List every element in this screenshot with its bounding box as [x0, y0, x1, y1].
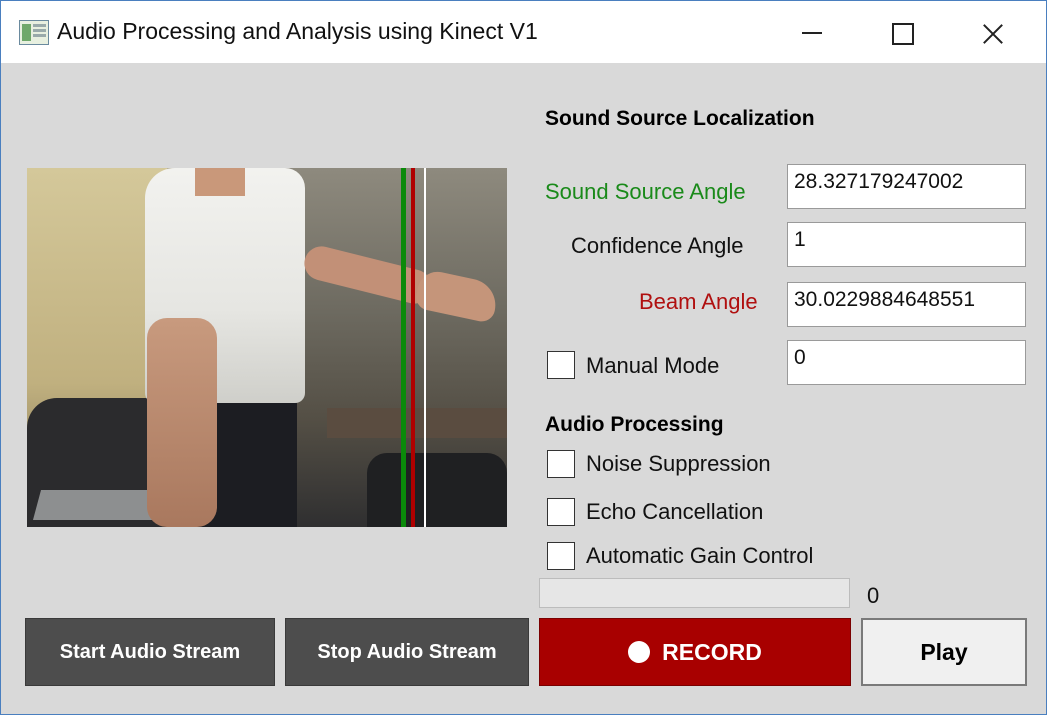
manual-mode-checkbox[interactable]: [547, 351, 575, 379]
beam-angle-field[interactable]: 30.0229884648551: [787, 282, 1026, 327]
localization-heading: Sound Source Localization: [545, 107, 815, 130]
start-audio-stream-label: Start Audio Stream: [59, 640, 241, 663]
start-audio-stream-button[interactable]: Start Audio Stream: [25, 618, 275, 686]
play-button[interactable]: Play: [861, 618, 1027, 686]
minimize-icon: [802, 32, 822, 34]
beam-angle-label: Beam Angle: [639, 289, 758, 314]
record-label: RECORD: [662, 638, 762, 665]
camera-feed: [27, 168, 507, 527]
close-button[interactable]: [948, 1, 1040, 63]
stop-audio-stream-label: Stop Audio Stream: [317, 640, 497, 663]
minimize-button[interactable]: [764, 1, 856, 63]
window-title: Audio Processing and Analysis using Kine…: [57, 18, 538, 44]
echo-cancellation-label: Echo Cancellation: [586, 499, 764, 524]
sound-source-angle-line: [401, 168, 406, 527]
app-icon: [19, 20, 49, 45]
confidence-angle-field[interactable]: 1: [787, 222, 1026, 267]
record-dot-icon: [628, 641, 651, 663]
stop-audio-stream-button[interactable]: Stop Audio Stream: [285, 618, 529, 686]
audio-level-value: 0: [867, 583, 880, 608]
sound-source-angle-label: Sound Source Angle: [545, 179, 746, 204]
record-button[interactable]: RECORD: [539, 618, 851, 686]
noise-suppression-label: Noise Suppression: [586, 451, 771, 476]
title-bar[interactable]: Audio Processing and Analysis using Kine…: [1, 1, 1046, 63]
play-label: Play: [920, 638, 968, 665]
automatic-gain-control-label: Automatic Gain Control: [586, 543, 814, 568]
noise-suppression-checkbox[interactable]: [547, 450, 575, 478]
maximize-button[interactable]: [856, 1, 948, 63]
echo-cancellation-checkbox[interactable]: [547, 498, 575, 526]
manual-mode-field[interactable]: 0: [787, 340, 1026, 385]
beam-angle-line: [411, 168, 415, 527]
manual-mode-label: Manual Mode: [586, 353, 720, 378]
sound-source-angle-field[interactable]: 28.327179247002: [787, 164, 1026, 209]
maximize-icon: [892, 23, 914, 45]
audio-level-bar: [539, 578, 850, 608]
app-window: Audio Processing and Analysis using Kine…: [0, 0, 1047, 715]
center-reference-line: [424, 168, 426, 527]
audio-processing-heading: Audio Processing: [545, 413, 724, 436]
confidence-angle-label: Confidence Angle: [571, 233, 744, 258]
automatic-gain-control-checkbox[interactable]: [547, 542, 575, 570]
